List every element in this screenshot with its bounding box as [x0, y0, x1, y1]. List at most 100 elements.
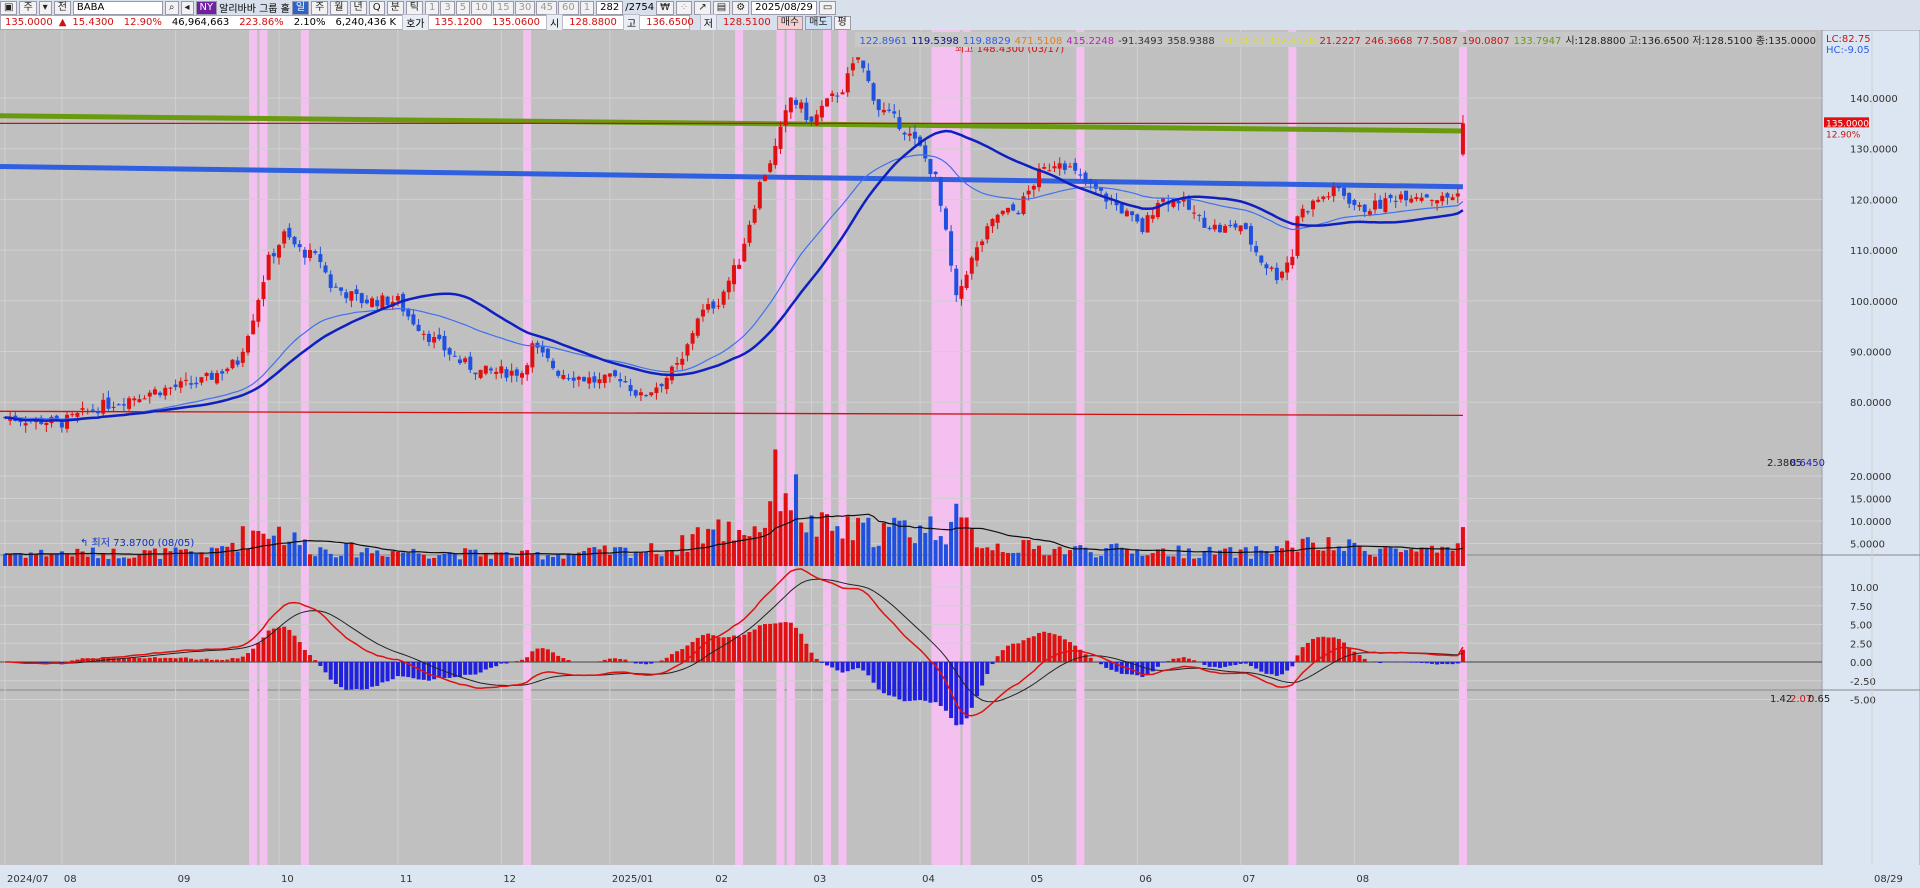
avg-button[interactable]: 평	[833, 15, 851, 30]
volume-bar	[726, 521, 731, 566]
period-month[interactable]: 월	[330, 0, 348, 15]
candle	[1300, 208, 1305, 218]
macd-histogram-bar	[835, 662, 840, 671]
period-day[interactable]: 일	[291, 0, 310, 15]
count-input[interactable]: 282	[596, 0, 624, 15]
volume-bar	[1088, 552, 1093, 566]
volume-bar	[556, 553, 561, 566]
minute-5[interactable]: 30	[514, 0, 536, 15]
candle	[866, 70, 871, 82]
x-tick-label: 07	[1243, 874, 1256, 885]
macd-histogram-bar	[778, 622, 783, 662]
volume-bar	[34, 553, 39, 566]
volume-bar	[1042, 555, 1047, 566]
currency-button[interactable]: ₩	[656, 0, 674, 15]
period-minute[interactable]: 분	[386, 0, 404, 15]
buy-button[interactable]: 매수	[776, 15, 804, 30]
candle	[762, 175, 767, 182]
volume-bar	[452, 553, 457, 566]
volume-bar	[116, 558, 121, 566]
calendar-icon[interactable]: ▭	[818, 0, 837, 15]
candle	[271, 253, 276, 257]
candle	[731, 265, 736, 285]
candle	[457, 359, 462, 364]
minute-0[interactable]: 1	[424, 0, 440, 15]
volume-bar	[1311, 542, 1316, 566]
candle	[240, 351, 245, 363]
volume-bar	[1161, 548, 1166, 566]
macd-histogram-bar	[411, 662, 416, 679]
macd-histogram-bar	[380, 662, 385, 683]
period-week[interactable]: 주	[311, 0, 329, 15]
symbol-input[interactable]: BABA	[72, 0, 163, 15]
macd-histogram-bar	[1202, 662, 1207, 665]
save-icon[interactable]: ▤	[712, 0, 731, 15]
volume-bar	[328, 553, 333, 566]
macd-histogram-bar	[1321, 636, 1326, 662]
macd-histogram-bar	[308, 655, 313, 662]
macd-histogram-bar	[121, 658, 126, 662]
macd-tick-label: 5.00	[1850, 621, 1872, 632]
candle	[1264, 264, 1269, 269]
volume-bar	[530, 554, 535, 566]
macd-histogram-bar	[1311, 638, 1316, 662]
bid: 135.0600	[492, 17, 540, 28]
macd-histogram-bar	[230, 658, 235, 662]
minute-3[interactable]: 10	[471, 0, 492, 15]
volume-bar	[959, 517, 964, 566]
volume-bar	[1124, 549, 1129, 566]
macd-histogram-bar	[959, 662, 964, 725]
volume-bar	[835, 526, 840, 566]
volume-bar	[1192, 558, 1197, 566]
candle	[752, 208, 757, 223]
candle	[1088, 179, 1093, 184]
layout-icon[interactable]: ▣	[0, 0, 18, 15]
period-quarter[interactable]: Q	[368, 0, 385, 15]
draw-icon[interactable]: ↗	[694, 0, 711, 15]
volume-bar	[323, 549, 328, 566]
macd-histogram-bar	[726, 637, 731, 662]
macd-histogram-bar	[488, 662, 493, 668]
toolbar: ▣ 주 ▾ 전 BABA ⌕ ◂ NY 알리바바 그룹 홀 일 주 월 년 Q …	[0, 0, 837, 15]
macd-histogram-bar	[825, 662, 830, 666]
candle	[1047, 170, 1052, 172]
volume-bar	[1016, 552, 1021, 566]
x-tick-label: 11	[400, 874, 413, 885]
minute-6[interactable]: 45	[536, 0, 558, 15]
market-select[interactable]: 전	[53, 0, 71, 15]
minute-4[interactable]: 15	[492, 0, 514, 15]
minute-7[interactable]: 60	[558, 0, 579, 15]
period-tick[interactable]: 틱	[405, 0, 423, 15]
minute-1[interactable]: 3	[440, 0, 455, 15]
dots-icon[interactable]: ⁘	[675, 0, 693, 15]
candle	[308, 250, 313, 259]
volume-bar	[871, 547, 876, 566]
candle	[1140, 218, 1145, 233]
candle	[1052, 166, 1057, 169]
minute-2[interactable]: 5	[455, 0, 471, 15]
macd-histogram-bar	[923, 662, 928, 701]
speaker-icon[interactable]: ◂	[180, 0, 194, 15]
volume-bar	[856, 517, 861, 566]
minute-8[interactable]: 1	[579, 0, 595, 15]
volume-bar	[1373, 556, 1378, 566]
macd-histogram-bar	[1285, 662, 1290, 671]
volume-bar	[1207, 546, 1212, 566]
volume-bar	[292, 532, 297, 566]
gear-icon[interactable]: ⚙	[732, 0, 750, 15]
dropdown-icon[interactable]: ▾	[38, 0, 52, 15]
candle	[985, 226, 990, 240]
macd-histogram-bar	[240, 656, 245, 662]
date-input[interactable]: 2025/08/29	[751, 0, 817, 15]
volume-bar	[214, 548, 219, 566]
legend-value: 415.2248	[1066, 36, 1115, 47]
stock-chart[interactable]: 140.0000 130.0000 120.0000 110.0000 100.0000…	[0, 30, 1920, 888]
sell-button[interactable]: 매도	[805, 15, 832, 30]
volume-bar	[1114, 543, 1119, 566]
period-year[interactable]: 년	[349, 0, 367, 15]
macd-histogram-bar	[1409, 662, 1414, 663]
candle	[1083, 172, 1088, 183]
price-tick-label: 130.0000	[1850, 145, 1898, 156]
period-type-select[interactable]: 주	[19, 0, 37, 15]
search-icon[interactable]: ⌕	[164, 0, 179, 15]
